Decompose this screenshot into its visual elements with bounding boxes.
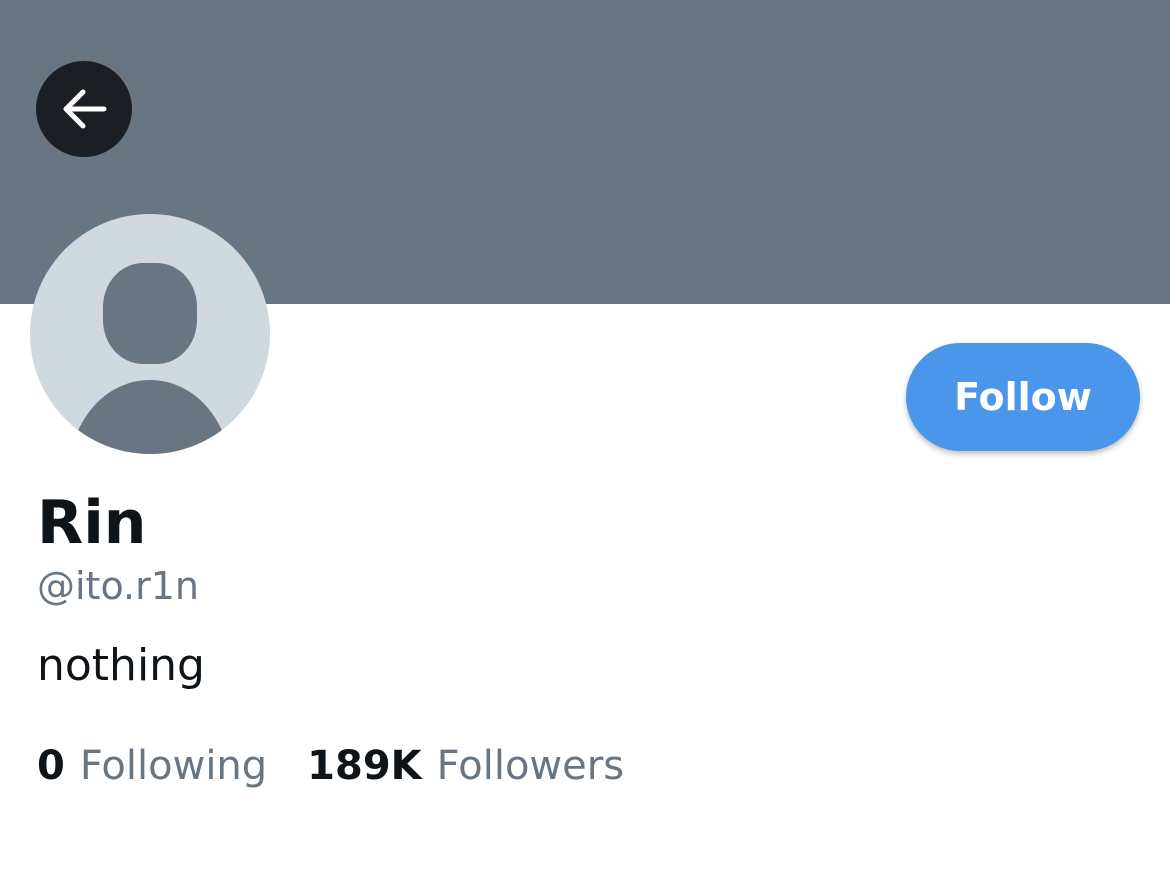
- username: @ito.r1n: [37, 564, 200, 608]
- followers-stat[interactable]: 189K Followers: [307, 742, 624, 790]
- follow-button[interactable]: Follow: [906, 343, 1140, 451]
- avatar[interactable]: [30, 214, 270, 454]
- profile-stats: 0 Following 189K Followers: [37, 742, 624, 790]
- followers-count: 189K: [307, 743, 422, 789]
- bio: nothing: [37, 640, 205, 691]
- display-name: Rin: [37, 488, 147, 558]
- following-count: 0: [37, 743, 65, 789]
- arrow-left-icon: [63, 89, 107, 129]
- following-label: Following: [79, 743, 268, 789]
- followers-label: Followers: [436, 743, 625, 789]
- following-stat[interactable]: 0 Following: [37, 742, 267, 790]
- back-button[interactable]: [36, 61, 132, 157]
- default-avatar-icon: [70, 263, 230, 454]
